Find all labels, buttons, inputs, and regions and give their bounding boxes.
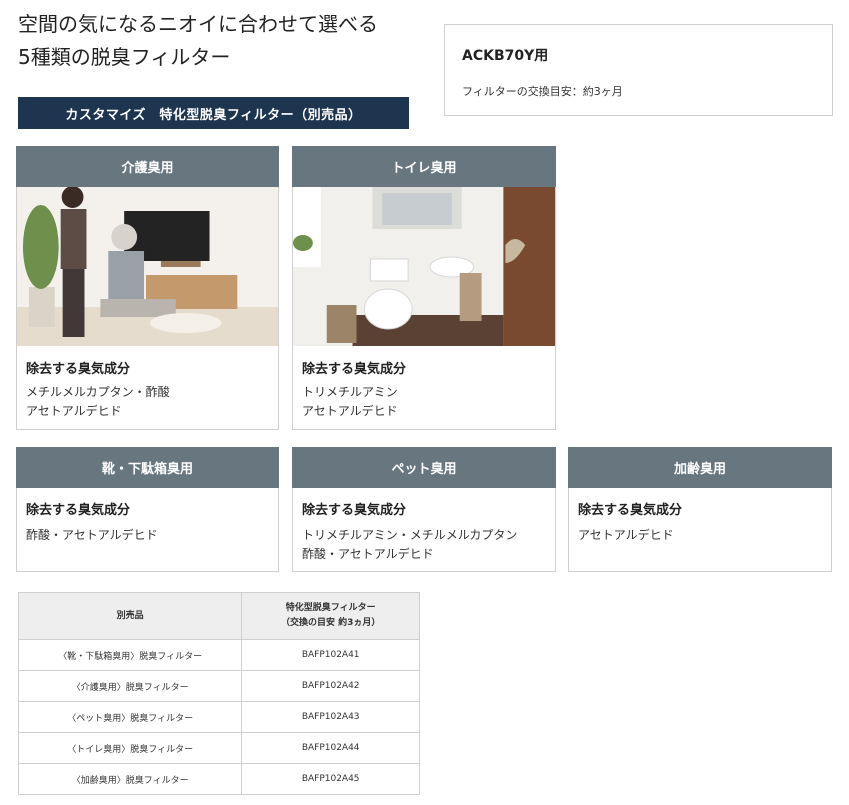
column-header-filter-line1: 特化型脱臭フィルター bbox=[285, 603, 376, 613]
table-cell-part-number: BAFP102A45 bbox=[241, 763, 420, 795]
card-line: アセトアルデヒド bbox=[302, 404, 398, 418]
card-subtitle: 除去する臭気成分 bbox=[302, 362, 407, 377]
column-header-product: 別売品 bbox=[17, 592, 243, 640]
table-row: 〈介護臭用〉脱臭フィルター BAFP102A42 bbox=[17, 670, 420, 702]
column-header-filter-line2: （交換の目安 約3ヵ月） bbox=[280, 618, 381, 628]
title-line-2: 5種類の脱臭フィルター bbox=[18, 45, 231, 69]
card-subtitle: 除去する臭気成分 bbox=[302, 503, 407, 518]
table-cell-product: 〈加齢臭用〉脱臭フィルター bbox=[17, 763, 243, 795]
card-line: アセトアルデヒド bbox=[26, 404, 122, 418]
toilet-photo bbox=[293, 187, 555, 346]
card-header: ペット臭用 bbox=[292, 447, 556, 488]
page-title: 空間の気になるニオイに合わせて選べる 5種類の脱臭フィルター bbox=[18, 8, 438, 74]
table-cell-part-number: BAFP102A44 bbox=[241, 732, 420, 764]
replacement-note: フィルターの交換目安：約3ヶ月 bbox=[462, 85, 623, 98]
customize-banner: カスタマイズ 特化型脱臭フィルター（別売品） bbox=[18, 97, 409, 129]
table-row: 〈ペット臭用〉脱臭フィルター BAFP102A43 bbox=[17, 701, 420, 733]
care-photo bbox=[17, 187, 278, 346]
card-line: トリメチルアミン・メチルメルカプタン bbox=[302, 528, 518, 542]
table-cell-product: 〈ペット臭用〉脱臭フィルター bbox=[17, 701, 243, 733]
title-line-1: 空間の気になるニオイに合わせて選べる bbox=[18, 12, 378, 36]
card-care-odor: 介護臭用 除去する臭気成分 メチルメルカプタン・酢酸 アセトアルデヒド bbox=[16, 146, 279, 430]
table-row: 〈トイレ臭用〉脱臭フィルター BAFP102A44 bbox=[17, 732, 420, 764]
table-cell-part-number: BAFP102A41 bbox=[241, 639, 420, 671]
table-cell-product: 〈靴・下駄箱臭用〉脱臭フィルター bbox=[17, 639, 243, 671]
card-line: 酢酸・アセトアルデヒド bbox=[26, 528, 158, 542]
card-aging-odor: 加齢臭用 除去する臭気成分 アセトアルデヒド bbox=[568, 447, 832, 572]
table-header-row: 別売品 特化型脱臭フィルター （交換の目安 約3ヵ月） bbox=[17, 592, 420, 640]
card-subtitle: 除去する臭気成分 bbox=[26, 503, 131, 518]
card-shoe-odor: 靴・下駄箱臭用 除去する臭気成分 酢酸・アセトアルデヒド bbox=[16, 447, 279, 572]
table-cell-part-number: BAFP102A43 bbox=[241, 701, 420, 733]
card-header: 介護臭用 bbox=[16, 146, 279, 187]
card-header: 加齢臭用 bbox=[568, 447, 832, 488]
table-row: 〈靴・下駄箱臭用〉脱臭フィルター BAFP102A41 bbox=[17, 639, 420, 671]
card-line: トリメチルアミン bbox=[302, 385, 398, 399]
card-toilet-odor: トイレ臭用 除去する臭気成分 トリメチルアミン アセトアルデヒド bbox=[292, 146, 556, 430]
card-pet-odor: ペット臭用 除去する臭気成分 トリメチルアミン・メチルメルカプタン 酢酸・アセト… bbox=[292, 447, 556, 572]
table-cell-product: 〈介護臭用〉脱臭フィルター bbox=[17, 670, 243, 702]
model-name: ACKB70Y用 bbox=[462, 48, 549, 64]
card-subtitle: 除去する臭気成分 bbox=[578, 503, 683, 518]
table-cell-part-number: BAFP102A42 bbox=[241, 670, 420, 702]
column-header-filter: 特化型脱臭フィルター （交換の目安 約3ヵ月） bbox=[241, 592, 420, 640]
table-row: 〈加齢臭用〉脱臭フィルター BAFP102A45 bbox=[17, 763, 420, 795]
model-info-box: ACKB70Y用 フィルターの交換目安：約3ヶ月 bbox=[444, 24, 833, 116]
parts-table: 別売品 特化型脱臭フィルター （交換の目安 約3ヵ月） 〈靴・下駄箱臭用〉脱臭フ… bbox=[17, 592, 420, 795]
table-cell-product: 〈トイレ臭用〉脱臭フィルター bbox=[17, 732, 243, 764]
card-subtitle: 除去する臭気成分 bbox=[26, 362, 131, 377]
card-header: トイレ臭用 bbox=[292, 146, 556, 187]
card-line: 酢酸・アセトアルデヒド bbox=[302, 547, 434, 561]
card-line: アセトアルデヒド bbox=[578, 528, 674, 542]
card-line: メチルメルカプタン・酢酸 bbox=[26, 385, 170, 399]
card-header: 靴・下駄箱臭用 bbox=[16, 447, 279, 488]
